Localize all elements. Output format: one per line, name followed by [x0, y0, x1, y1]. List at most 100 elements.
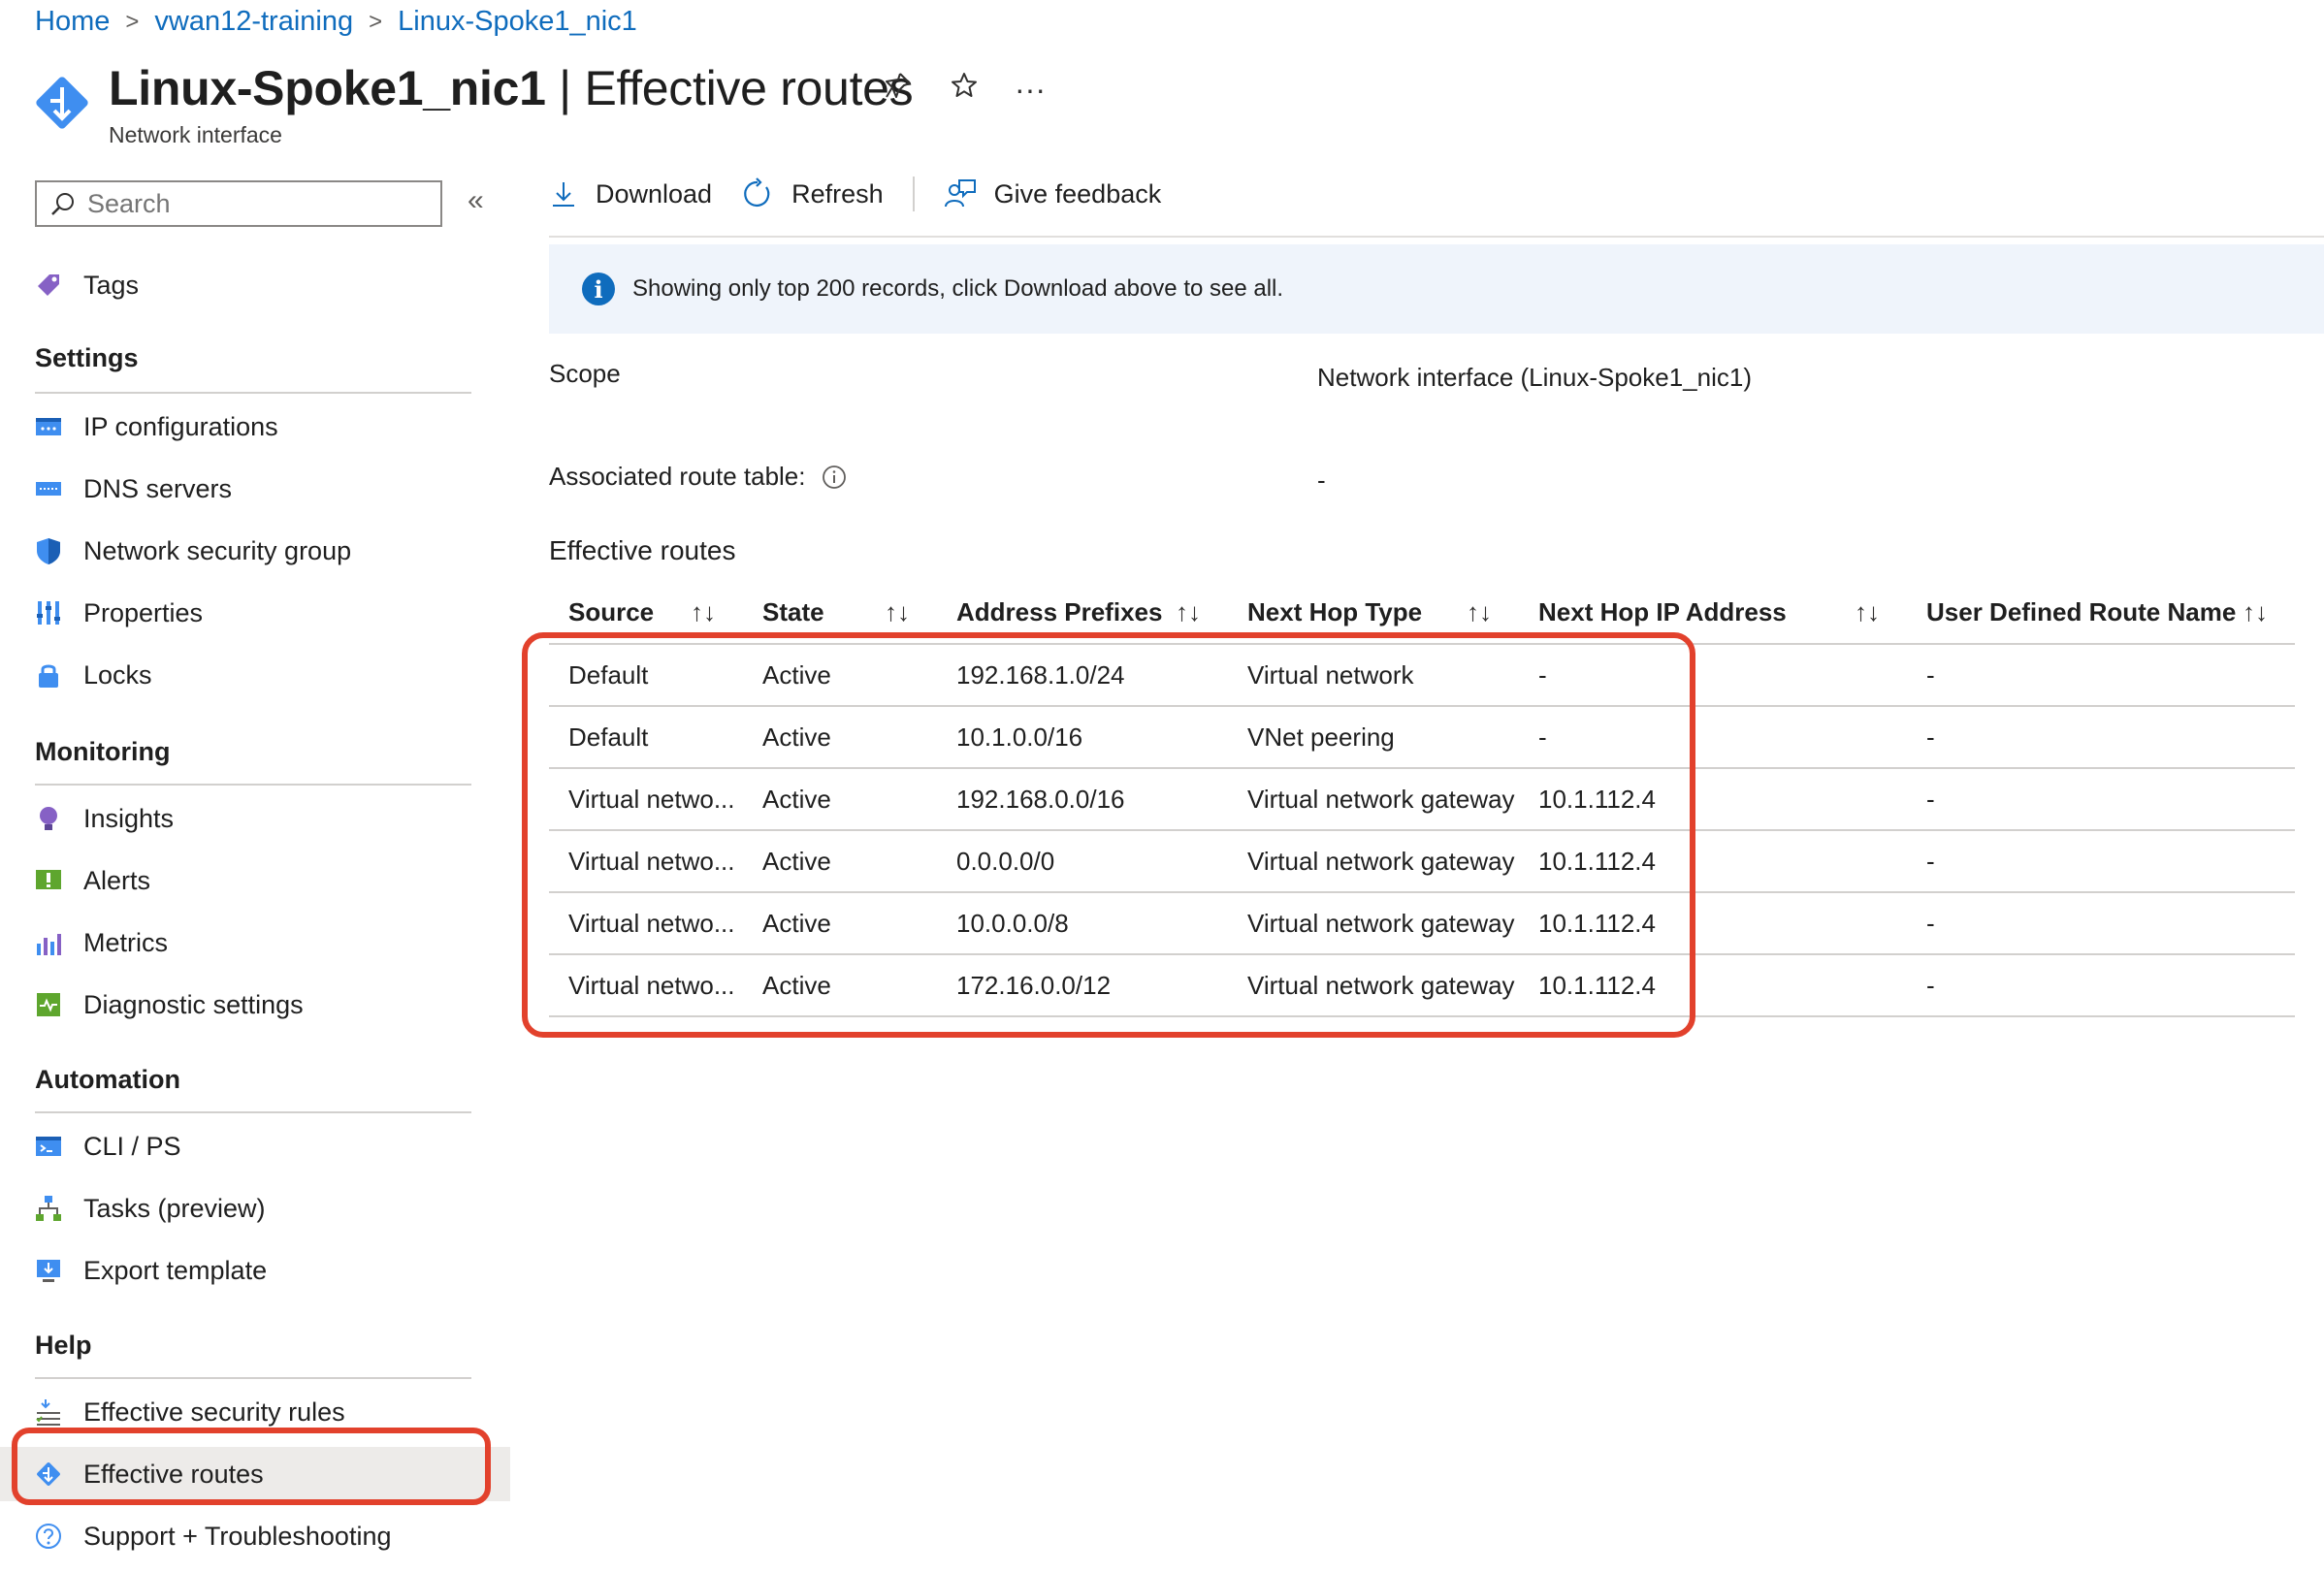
- toolbar-divider-line: [549, 236, 2324, 238]
- cell-udr-name: -: [1907, 830, 2295, 893]
- sidebar-item-label: Tasks (preview): [83, 1193, 266, 1223]
- sidebar-search[interactable]: [35, 180, 442, 227]
- sidebar-item-label: Alerts: [83, 865, 151, 895]
- sidebar-item-network-security-group[interactable]: Network security group: [33, 524, 351, 578]
- table-row: Virtual netwo... Active 192.168.0.0/16 V…: [549, 768, 2295, 831]
- cell-next-hop-ip: 10.1.112.4: [1519, 892, 1907, 955]
- cell-state: Active: [743, 830, 937, 893]
- cell-udr-name: -: [1907, 768, 2295, 831]
- associated-route-table: Associated route table:: [549, 462, 847, 492]
- metrics-icon: [33, 927, 64, 958]
- breadcrumb: Home > vwan12-training > Linux-Spoke1_ni…: [35, 6, 637, 38]
- download-icon: [553, 182, 574, 207]
- sort-icon[interactable]: ↑↓: [691, 597, 716, 627]
- sort-icon[interactable]: ↑↓: [1467, 597, 1492, 627]
- sidebar-item-label: Effective security rules: [83, 1396, 345, 1427]
- cell-address-prefix: 10.0.0.0/8: [937, 892, 1228, 955]
- info-circle-icon[interactable]: [822, 465, 847, 490]
- column-header-label: State: [762, 597, 824, 626]
- cell-next-hop-type: Virtual network gateway: [1228, 954, 1519, 1017]
- info-banner: i Showing only top 200 records, click Do…: [549, 244, 2324, 334]
- scope-label: Scope: [549, 359, 621, 388]
- cell-next-hop-ip: 10.1.112.4: [1519, 954, 1907, 1017]
- cell-state: Active: [743, 706, 937, 769]
- export-icon: [33, 1255, 64, 1286]
- selected-item-highlight: [12, 1428, 491, 1505]
- scope-value: Network interface (Linux-Spoke1_nic1): [1317, 363, 1752, 392]
- cell-udr-name: -: [1907, 644, 2295, 707]
- sidebar-item-support-troubleshooting[interactable]: Support + Troubleshooting: [33, 1509, 391, 1563]
- more-options-icon[interactable]: ···: [1015, 72, 1046, 108]
- cell-udr-name: -: [1907, 954, 2295, 1017]
- lightbulb-icon: [33, 803, 64, 834]
- sidebar-item-properties[interactable]: Properties: [33, 586, 203, 640]
- sidebar-item-cli-ps[interactable]: CLI / PS: [33, 1119, 181, 1173]
- divider: [35, 1377, 471, 1379]
- breadcrumb-network-interface[interactable]: Linux-Spoke1_nic1: [398, 6, 637, 38]
- table-header-row: Source ↑↓ State ↑↓ Address Prefixes ↑↓ Next…: [549, 582, 2295, 645]
- command-bar: Download Refresh Give feedback: [549, 177, 1161, 211]
- cell-state: Active: [743, 644, 937, 707]
- refresh-icon: [744, 177, 770, 208]
- cell-source: Virtual netwo...: [549, 768, 743, 831]
- effective-routes-heading: Effective routes: [549, 535, 736, 565]
- cell-address-prefix: 192.168.1.0/24: [937, 644, 1228, 707]
- column-header-udr-name[interactable]: User Defined Route Name ↑↓: [1907, 582, 2295, 645]
- sidebar-item-alerts[interactable]: Alerts: [33, 853, 150, 908]
- sidebar-item-diagnostic-settings[interactable]: Diagnostic settings: [33, 978, 304, 1032]
- cell-source: Virtual netwo...: [549, 892, 743, 955]
- resource-name: Linux-Spoke1_nic1: [109, 61, 546, 115]
- sort-icon[interactable]: ↑↓: [1176, 597, 1201, 627]
- column-header-label: Next Hop Type: [1247, 597, 1423, 626]
- sidebar-item-label: Properties: [83, 597, 204, 627]
- info-icon: i: [582, 273, 615, 305]
- star-icon[interactable]: [949, 70, 980, 109]
- column-header-address-prefixes[interactable]: Address Prefixes ↑↓: [937, 582, 1228, 645]
- column-header-label: Next Hop IP Address: [1538, 597, 1787, 626]
- diagnostic-icon: [33, 989, 64, 1020]
- sidebar-item-label: Export template: [83, 1255, 268, 1285]
- sidebar-item-label: IP configurations: [83, 411, 278, 441]
- breadcrumb-resource-group[interactable]: vwan12-training: [154, 6, 353, 38]
- column-header-label: User Defined Route Name: [1926, 597, 2237, 626]
- table-row: Default Active 10.1.0.0/16 VNet peering …: [549, 706, 2295, 769]
- sidebar-item-tags[interactable]: Tags: [33, 258, 139, 312]
- sidebar-item-label: Insights: [83, 803, 175, 833]
- column-header-next-hop-type[interactable]: Next Hop Type ↑↓: [1228, 582, 1519, 645]
- pin-icon[interactable]: [883, 70, 914, 109]
- divider: [35, 784, 471, 786]
- sort-icon[interactable]: ↑↓: [2243, 597, 2268, 627]
- sidebar-item-tasks-preview[interactable]: Tasks (preview): [33, 1181, 266, 1236]
- give-feedback-button[interactable]: Give feedback: [944, 177, 1161, 210]
- sidebar-item-ip-configurations[interactable]: IP configurations: [33, 400, 278, 454]
- sidebar-item-label: Network security group: [83, 535, 352, 565]
- table-row: Virtual netwo... Active 0.0.0.0/0 Virtua…: [549, 830, 2295, 893]
- sidebar-item-dns-servers[interactable]: DNS servers: [33, 462, 232, 516]
- sidebar-item-label: CLI / PS: [83, 1131, 181, 1161]
- alert-icon: [33, 865, 64, 896]
- sidebar-item-locks[interactable]: Locks: [33, 648, 152, 702]
- sort-icon[interactable]: ↑↓: [885, 597, 910, 627]
- sidebar-item-insights[interactable]: Insights: [33, 791, 174, 846]
- sort-icon[interactable]: ↑↓: [1855, 597, 1880, 627]
- search-input[interactable]: [87, 188, 417, 219]
- download-button[interactable]: Download: [549, 179, 712, 209]
- sidebar-item-metrics[interactable]: Metrics: [33, 915, 168, 970]
- page-title-suffix: | Effective routes: [545, 61, 914, 115]
- cell-next-hop-type: Virtual network: [1228, 644, 1519, 707]
- column-header-source[interactable]: Source ↑↓: [549, 582, 743, 645]
- refresh-button[interactable]: Refresh: [741, 177, 884, 210]
- collapse-sidebar-icon[interactable]: «: [468, 184, 484, 217]
- lock-icon: [33, 659, 64, 690]
- table-row: Default Active 192.168.1.0/24 Virtual ne…: [549, 644, 2295, 707]
- column-header-next-hop-ip[interactable]: Next Hop IP Address ↑↓: [1519, 582, 1907, 645]
- sidebar-section-help: Help: [35, 1331, 92, 1360]
- cell-address-prefix: 0.0.0.0/0: [937, 830, 1228, 893]
- chevron-right-icon: >: [125, 8, 140, 35]
- sidebar-item-export-template[interactable]: Export template: [33, 1243, 267, 1298]
- cell-source: Default: [549, 706, 743, 769]
- column-header-state[interactable]: State ↑↓: [743, 582, 937, 645]
- breadcrumb-home[interactable]: Home: [35, 6, 110, 38]
- sidebar-item-label: Tags: [83, 270, 140, 300]
- cell-address-prefix: 172.16.0.0/12: [937, 954, 1228, 1017]
